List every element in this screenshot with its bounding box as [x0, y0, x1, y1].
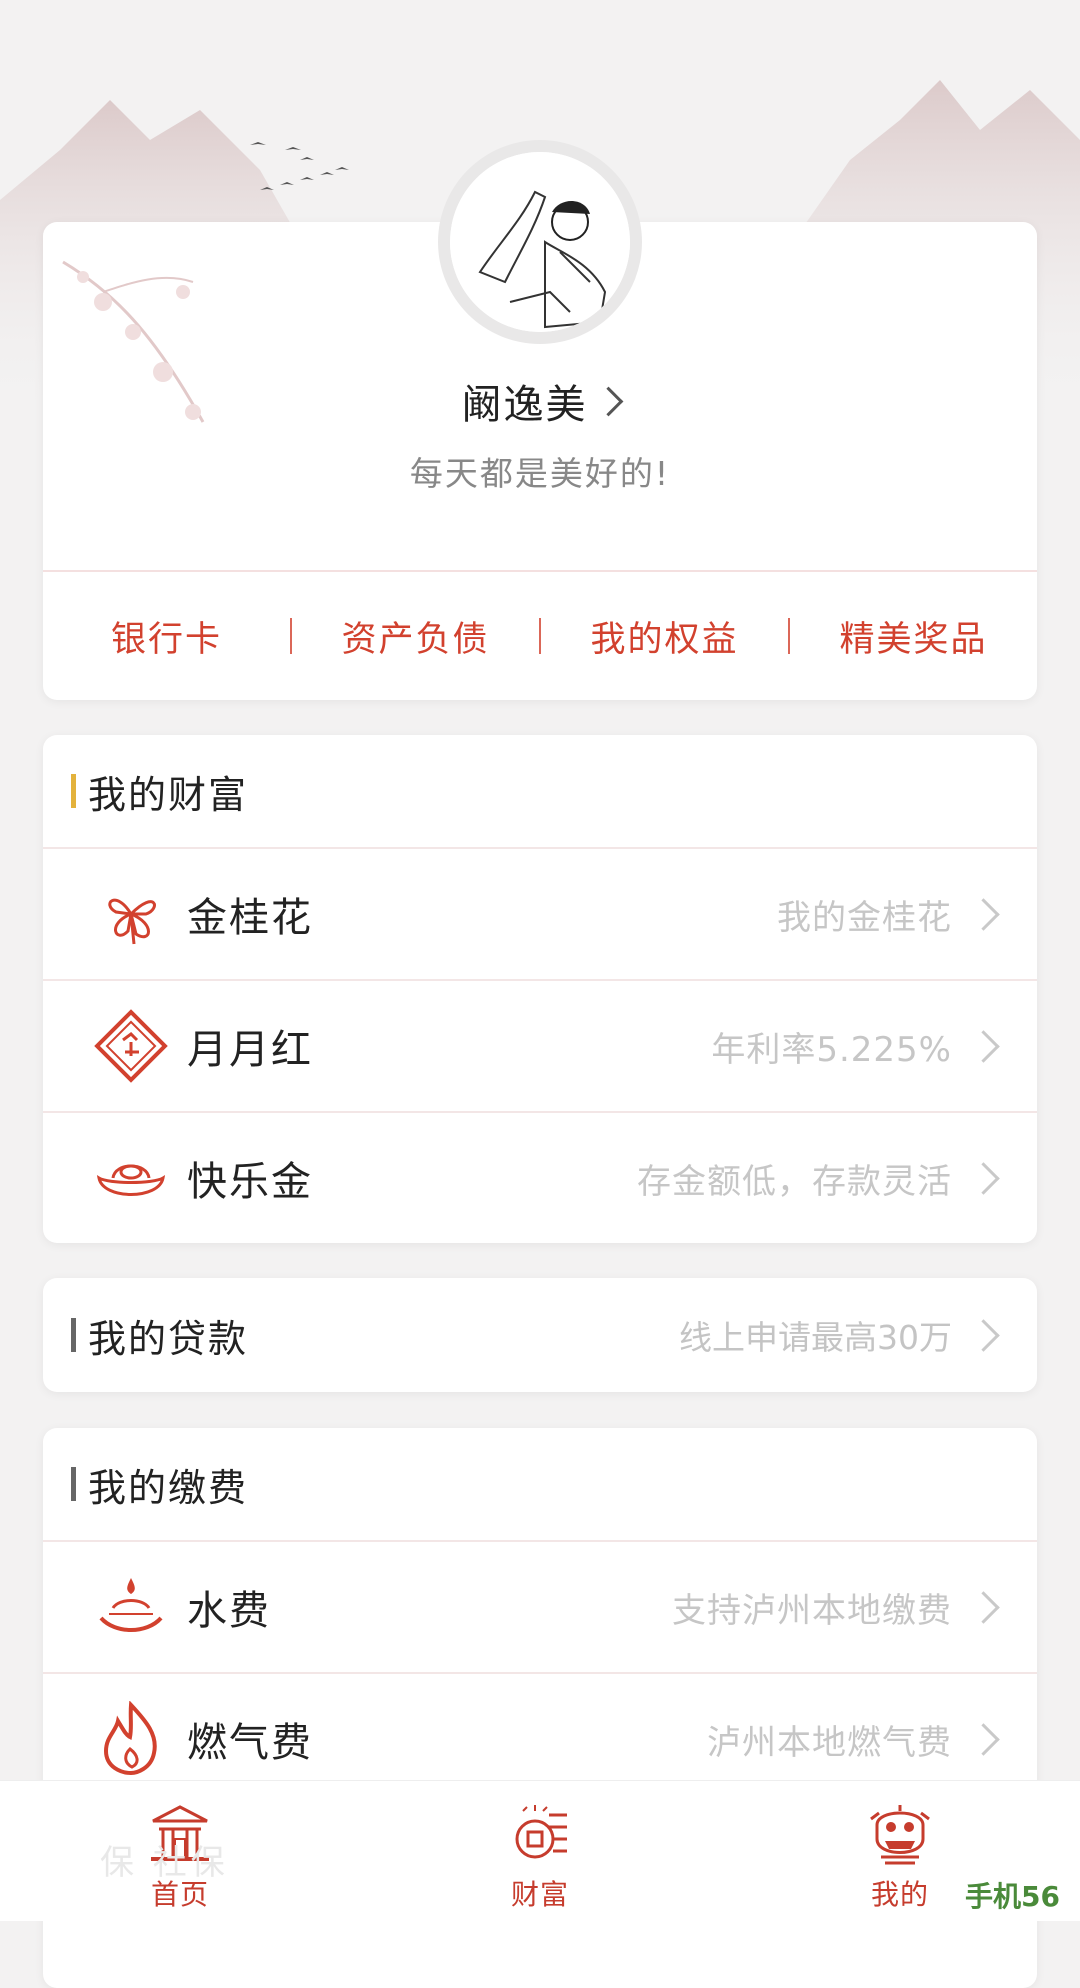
list-item-title: 月月红: [187, 1027, 313, 1073]
gold-ingot-icon: [91, 1138, 171, 1218]
loan-subtitle: 线上申请最高30万: [679, 1318, 952, 1357]
section-accent-bar: [71, 1467, 76, 1501]
chevron-right-icon: [967, 1029, 1000, 1063]
tab-label: 财富: [510, 1878, 569, 1911]
list-item-subtitle: 支持泸州本地缴费: [672, 1590, 952, 1631]
lion-dance-icon: [870, 1805, 930, 1865]
section-header: 我的缴费: [43, 1428, 1037, 1540]
loan-card[interactable]: 我的贷款 线上申请最高30万: [43, 1278, 1037, 1392]
chevron-right-icon: [967, 1318, 1000, 1352]
tab-label: 我的: [870, 1878, 929, 1911]
list-item-osmanthus[interactable]: 金桂花 我的金桂花: [43, 847, 1037, 979]
user-name: 阚逸美: [461, 382, 588, 428]
section-accent-bar: [71, 1318, 76, 1352]
tab-wealth[interactable]: 财富: [360, 1781, 720, 1921]
coin-icon: [515, 1805, 567, 1859]
list-item-happy-gold[interactable]: 快乐金 存金额低，存款灵活: [43, 1111, 1037, 1243]
quick-link-assets-liabilities[interactable]: 资产负债: [292, 611, 539, 662]
user-name-link[interactable]: 阚逸美: [43, 372, 1037, 430]
red-diamond-icon: [91, 1006, 171, 1086]
list-item-subtitle: 泸州本地燃气费: [707, 1722, 952, 1763]
list-item-title: 快乐金: [187, 1159, 313, 1205]
section-header: 我的财富: [43, 735, 1037, 847]
user-motto: 每天都是美好的!: [409, 454, 671, 493]
chevron-right-icon: [967, 1161, 1000, 1195]
list-item-subtitle: 我的金桂花: [777, 897, 952, 938]
chevron-right-icon: [967, 897, 1000, 931]
section-title: 我的贷款: [88, 1316, 249, 1361]
list-item-subtitle: 存金额低，存款灵活: [637, 1161, 952, 1202]
list-item-water-fee[interactable]: 水费 支持泸州本地缴费: [43, 1540, 1037, 1672]
list-item-title: 水费: [187, 1588, 271, 1634]
ghost-text: 保 社保: [100, 1843, 229, 1883]
chevron-right-icon: [967, 1722, 1000, 1756]
list-item-title: 金桂花: [187, 895, 313, 941]
chevron-right-icon: [967, 1590, 1000, 1624]
water-drop-icon: [91, 1567, 171, 1647]
list-item-subtitle: 年利率5.225%: [711, 1029, 952, 1070]
list-item-title: 燃气费: [187, 1720, 313, 1766]
site-watermark: 手机56: [955, 1873, 1070, 1917]
avatar-frame[interactable]: [438, 140, 642, 344]
osmanthus-icon: [91, 874, 171, 954]
avatar: [450, 152, 630, 332]
quick-links: 银行卡 资产负债 我的权益 精美奖品: [43, 572, 1037, 700]
section-header: 我的贷款 线上申请最高30万: [43, 1278, 1037, 1392]
list-item-monthly-red[interactable]: 月月红 年利率5.225%: [43, 979, 1037, 1111]
wealth-card: 我的财富 金桂花 我的金桂花 月月红 年利率5.225% 快乐金 存金额低，存款…: [43, 735, 1037, 1243]
section-title: 我的财富: [88, 772, 249, 817]
quick-link-my-rights[interactable]: 我的权益: [541, 611, 788, 662]
quick-link-prizes[interactable]: 精美奖品: [790, 611, 1037, 662]
section-accent-bar: [71, 774, 76, 808]
chevron-right-icon: [593, 386, 623, 417]
flame-icon: [91, 1699, 171, 1779]
section-title: 我的缴费: [88, 1465, 249, 1510]
quick-link-bank-card[interactable]: 银行卡: [43, 611, 290, 662]
plum-blossom-decoration: [62, 260, 205, 423]
